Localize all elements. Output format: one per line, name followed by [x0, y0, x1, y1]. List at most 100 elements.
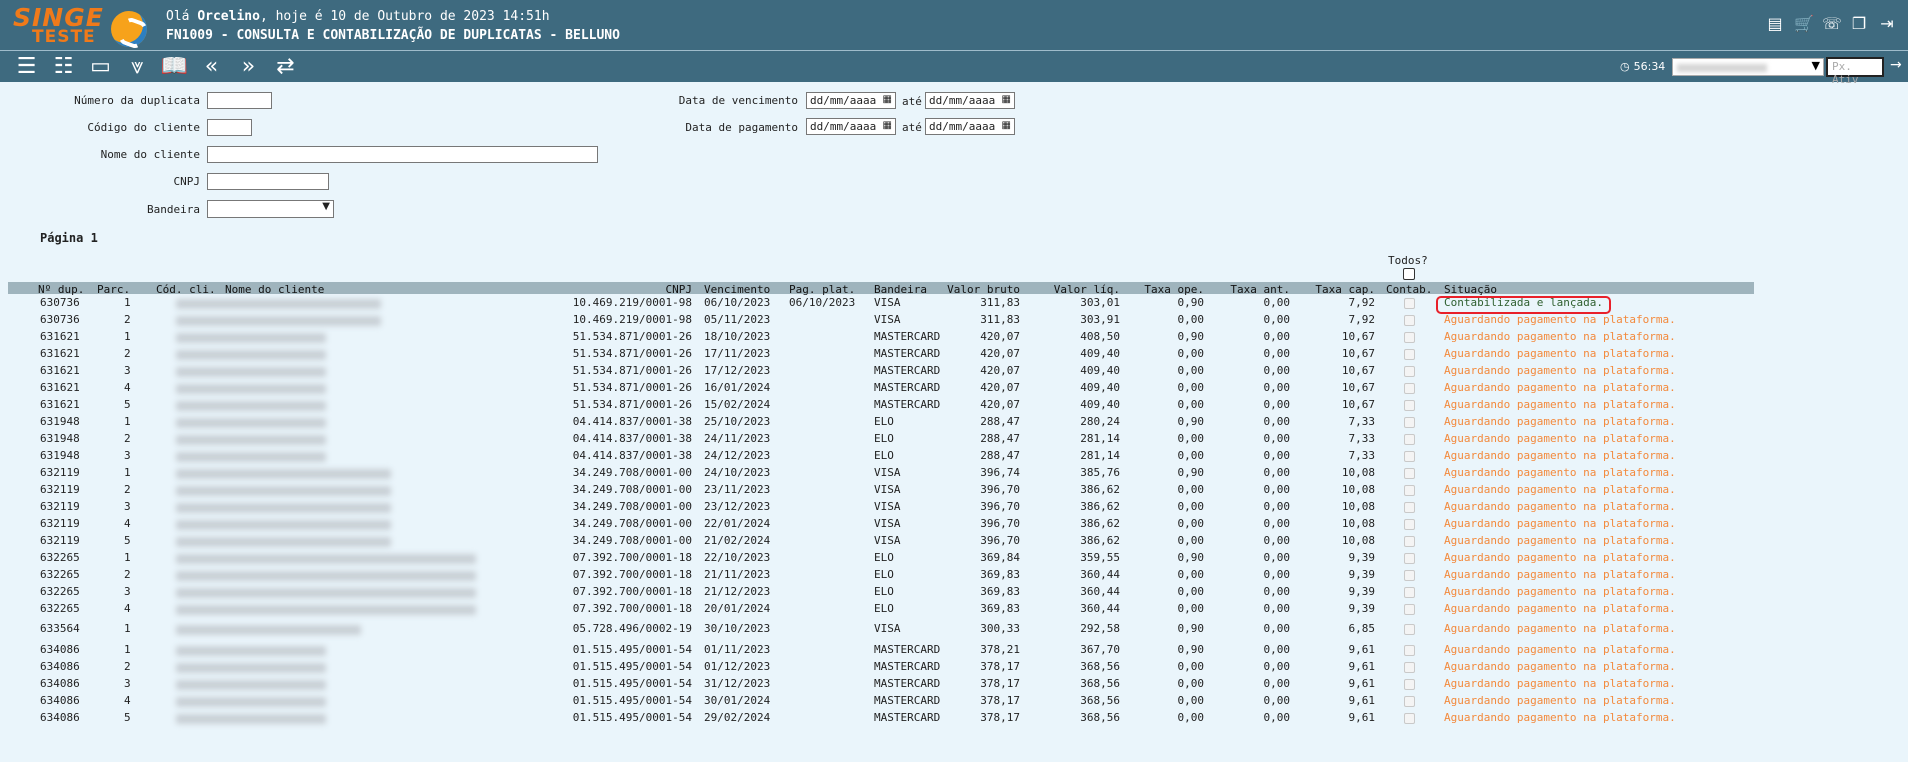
cell-taxa-cap: 9,61 [1348, 694, 1376, 707]
numero-input[interactable] [207, 92, 272, 109]
cell-parc: 1 [124, 415, 131, 428]
cell-cnpj: 51.534.871/0001-26 [572, 364, 692, 377]
contab-checkbox[interactable] [1404, 400, 1415, 411]
switch-icon[interactable]: ⇄ [271, 54, 300, 80]
cell-taxa-ope: 0,90 [1177, 643, 1205, 656]
nome-input[interactable] [207, 146, 598, 163]
cell-vencimento: 17/12/2023 [704, 364, 771, 377]
todos-checkbox[interactable] [1403, 268, 1415, 280]
pagamento-ate-input[interactable]: dd/mm/aaaa ▦ [925, 118, 1015, 135]
cell-dup: 634086 [40, 677, 80, 690]
cell-valor-bruto: 420,07 [980, 347, 1020, 360]
cell-bandeira: ELO [874, 415, 894, 428]
cell-valor-bruto: 300,33 [980, 622, 1020, 635]
cell-cnpj: 04.414.837/0001-38 [572, 449, 692, 462]
cell-parc: 2 [124, 347, 131, 360]
contab-checkbox[interactable] [1404, 366, 1415, 377]
contab-checkbox[interactable] [1404, 417, 1415, 428]
table-row: 631621 5 51.534.871/0001-26 15/02/2024 MASTE… [0, 398, 1908, 415]
cell-vencimento: 23/12/2023 [704, 500, 771, 513]
contab-checkbox[interactable] [1404, 570, 1415, 581]
cell-taxa-cap: 10,08 [1341, 534, 1375, 547]
cell-bandeira: ELO [874, 585, 894, 598]
calendar-icon[interactable]: ▦ [883, 120, 892, 131]
redacted-value [1677, 64, 1767, 72]
contab-checkbox[interactable] [1404, 451, 1415, 462]
cart-icon[interactable]: 🛒 [1794, 15, 1814, 33]
context-select[interactable]: ▼ [1672, 58, 1824, 76]
col-taxa-cap: Taxa cap. [1315, 283, 1375, 296]
vencimento-ate-input[interactable]: dd/mm/aaaa ▦ [925, 92, 1015, 109]
contab-checkbox[interactable] [1404, 502, 1415, 513]
cell-vencimento: 01/12/2023 [704, 660, 771, 673]
calendar-icon[interactable]: ▦ [1002, 94, 1011, 105]
contab-checkbox[interactable] [1404, 468, 1415, 479]
contab-checkbox[interactable] [1404, 485, 1415, 496]
cell-taxa-ope: 0,00 [1177, 398, 1205, 411]
book-icon[interactable]: 📖 [160, 54, 189, 80]
cnpj-label: CNPJ [173, 175, 201, 188]
contab-checkbox[interactable] [1404, 662, 1415, 673]
previous-icon[interactable]: « [197, 54, 226, 80]
collapse-all-icon[interactable]: ⩔ [123, 54, 152, 80]
document-icon[interactable]: ▤ [1766, 15, 1784, 33]
pagamento-de-input[interactable]: dd/mm/aaaa ▦ [806, 118, 896, 135]
contab-checkbox[interactable] [1404, 349, 1415, 360]
vencimento-de-input[interactable]: dd/mm/aaaa ▦ [806, 92, 896, 109]
contab-checkbox[interactable] [1404, 553, 1415, 564]
contab-checkbox[interactable] [1404, 434, 1415, 445]
contab-checkbox[interactable] [1404, 679, 1415, 690]
contab-checkbox[interactable] [1404, 332, 1415, 343]
contab-checkbox[interactable] [1404, 587, 1415, 598]
cell-situacao: Aguardando pagamento na plataforma. [1444, 449, 1676, 462]
contab-checkbox[interactable] [1404, 536, 1415, 547]
contab-checkbox[interactable] [1404, 315, 1415, 326]
toolbar: ☰ ☷ ▭ ⩔ 📖 « » ⇄ ◷ 56:34 ▼ Px. Ativ → [0, 50, 1908, 86]
card-list-icon[interactable]: ▭ [86, 54, 115, 80]
contab-checkbox[interactable] [1404, 604, 1415, 615]
cell-taxa-ope: 0,00 [1177, 483, 1205, 496]
bandeira-select[interactable]: ▼ [207, 200, 334, 218]
logout-icon[interactable]: ⇥ [1878, 15, 1896, 33]
cell-taxa-ope: 0,90 [1177, 622, 1205, 635]
codigo-input[interactable] [207, 119, 252, 136]
list-icon[interactable]: ☰ [12, 54, 41, 80]
cell-dup: 630736 [40, 296, 80, 309]
cell-taxa-cap: 9,39 [1348, 568, 1376, 581]
cell-cnpj: 51.534.871/0001-26 [572, 330, 692, 343]
contab-checkbox[interactable] [1404, 624, 1415, 635]
contab-checkbox[interactable] [1404, 298, 1415, 309]
support-icon[interactable]: ☏ [1822, 15, 1842, 33]
arrow-right-icon[interactable]: → [1890, 57, 1902, 73]
cell-valor-bruto: 396,70 [980, 500, 1020, 513]
calendar-icon[interactable]: ▦ [883, 94, 892, 105]
cell-taxa-ope: 0,00 [1177, 677, 1205, 690]
table-row: 630736 2 10.469.219/0001-98 05/11/2023 VISA 3… [0, 313, 1908, 330]
cell-dup: 632265 [40, 602, 80, 615]
cell-taxa-ope: 0,00 [1177, 347, 1205, 360]
cnpj-input[interactable] [207, 173, 329, 190]
cell-parc: 1 [124, 622, 131, 635]
cell-parc: 2 [124, 313, 131, 326]
checklist-icon[interactable]: ☷ [49, 54, 78, 80]
cell-parc: 4 [124, 602, 131, 615]
contab-checkbox[interactable] [1404, 645, 1415, 656]
cell-taxa-ope: 0,00 [1177, 517, 1205, 530]
cell-parc: 2 [124, 432, 131, 445]
cell-dup: 632265 [40, 551, 80, 564]
cell-situacao: Aguardando pagamento na plataforma. [1444, 415, 1676, 428]
contab-checkbox[interactable] [1404, 383, 1415, 394]
contab-checkbox[interactable] [1404, 519, 1415, 530]
calendar-icon[interactable]: ▦ [1002, 120, 1011, 131]
contab-checkbox[interactable] [1404, 696, 1415, 707]
cell-cnpj: 34.249.708/0001-00 [572, 534, 692, 547]
redacted-client-name [176, 605, 476, 615]
cell-parc: 2 [124, 568, 131, 581]
cell-dup: 633564 [40, 622, 80, 635]
windows-icon[interactable]: ❐ [1850, 15, 1868, 33]
cell-valor-bruto: 369,83 [980, 568, 1020, 581]
px-ativ-input[interactable]: Px. Ativ [1826, 57, 1884, 86]
next-icon[interactable]: » [234, 54, 263, 80]
cell-situacao: Aguardando pagamento na plataforma. [1444, 551, 1676, 564]
contab-checkbox[interactable] [1404, 713, 1415, 724]
